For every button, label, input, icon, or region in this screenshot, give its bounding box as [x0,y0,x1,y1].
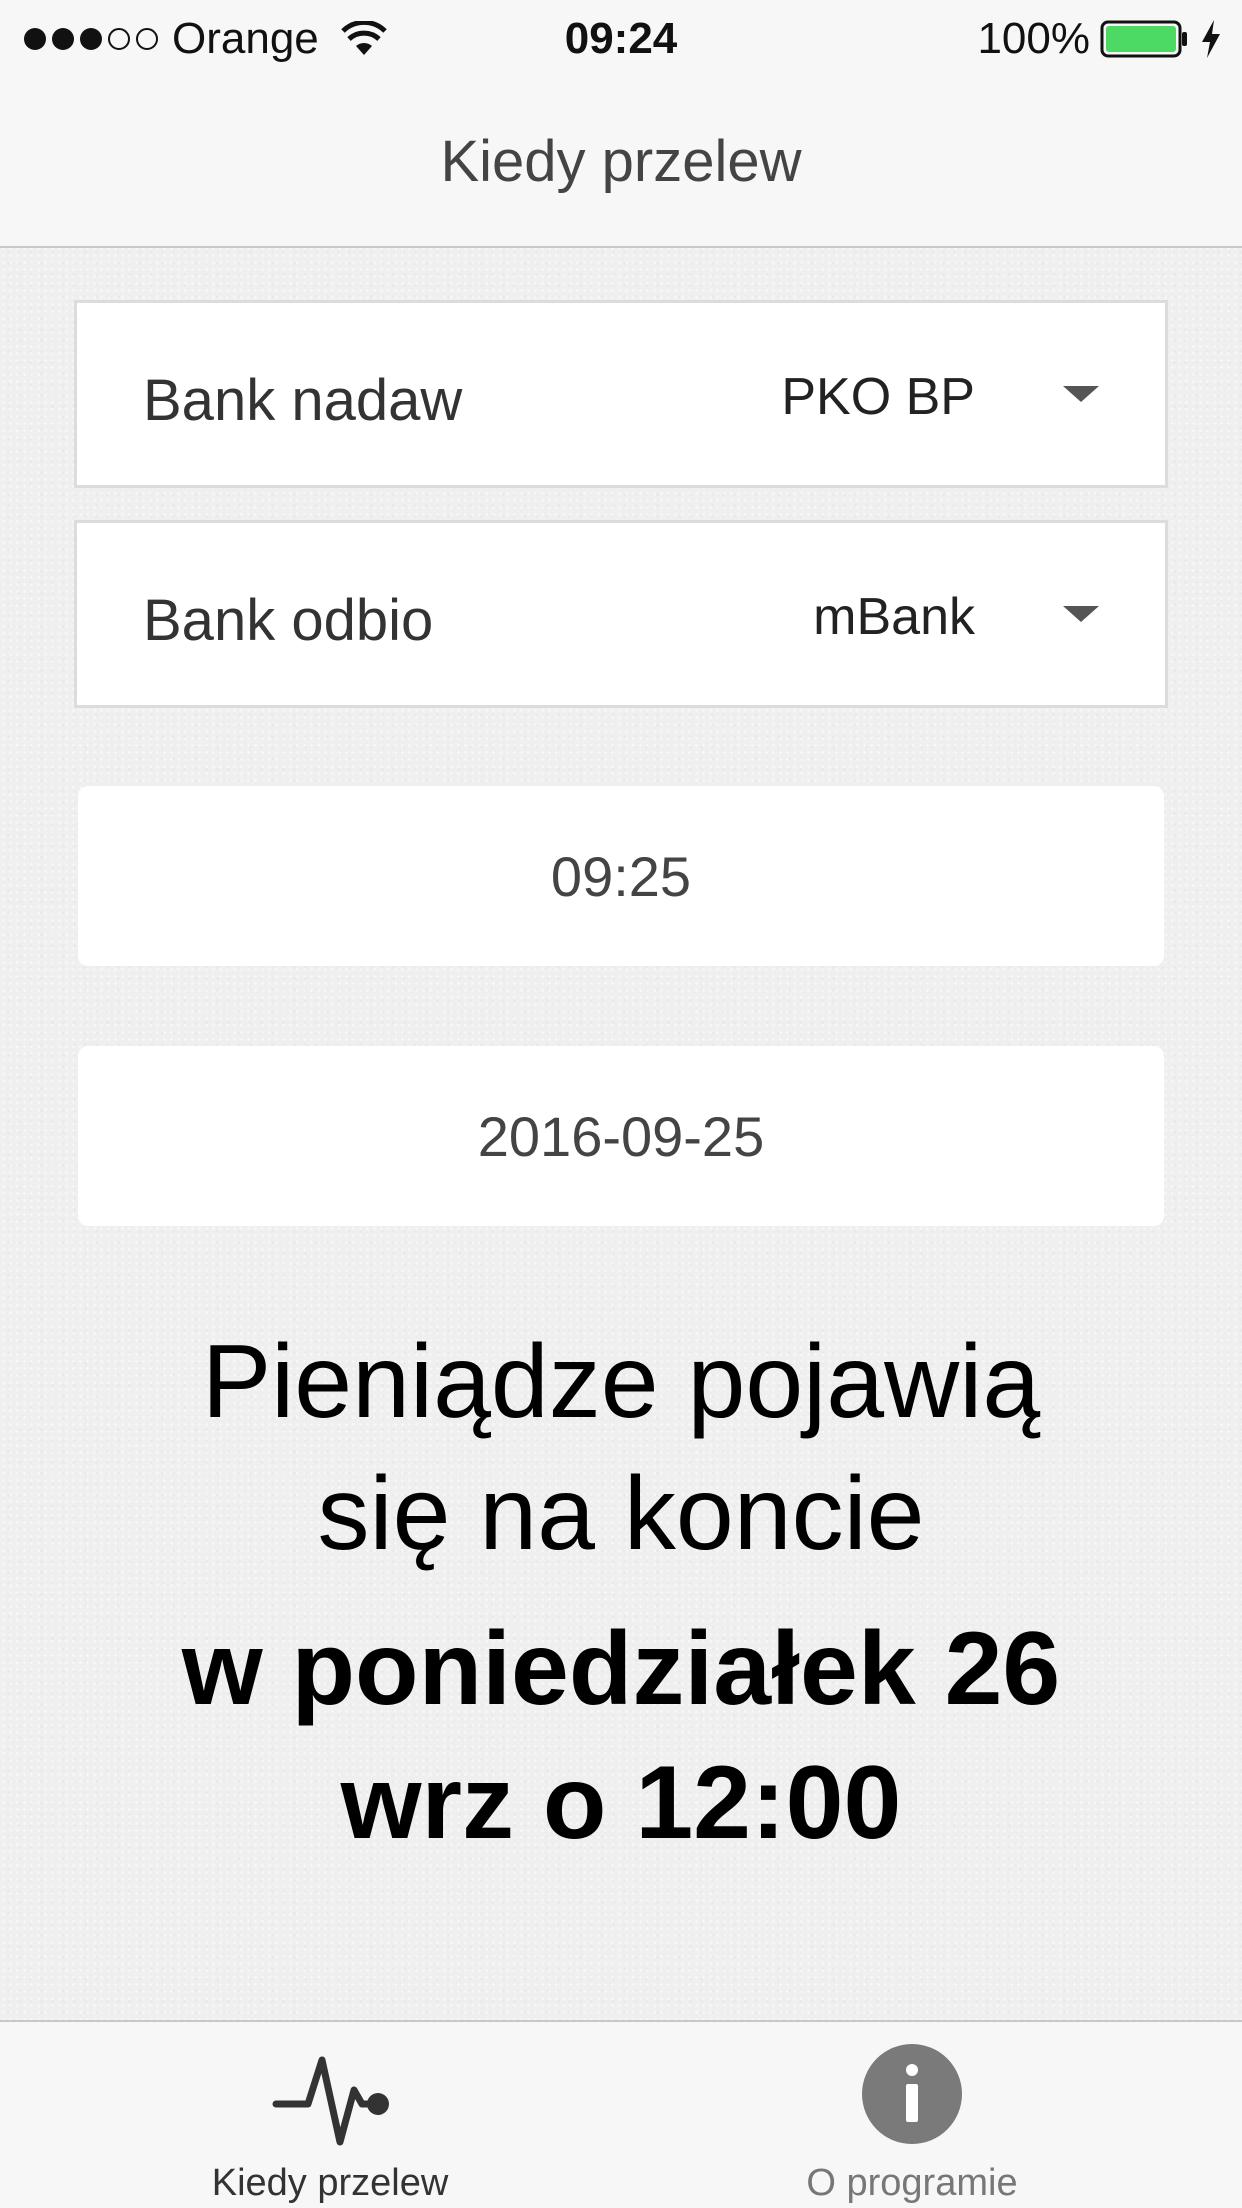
dropdown-arrow-icon [1063,386,1099,402]
receiver-bank-value: mBank [813,588,975,646]
tab-label: O programie [806,2162,1018,2204]
dropdown-arrow-icon [1063,606,1099,622]
sender-bank-label: Bank nadaw [143,368,463,433]
page-title: Kiedy przelew [440,129,802,194]
result-date-line-1: w poniedziałek 26 [181,1611,1061,1727]
receiver-bank-select[interactable]: Bank odbio mBank [74,520,1168,708]
time-input[interactable]: 09:25 [78,786,1164,966]
result-line-2: się na koncie [317,1456,925,1572]
tab-label: Kiedy przelew [211,2162,449,2204]
sender-bank-select[interactable]: Bank nadaw PKO BP [74,300,1168,488]
heartbeat-icon [272,2056,389,2146]
receiver-bank-label: Bank odbio [143,588,434,653]
battery-percent: 100% [977,14,1090,63]
status-right: 100% [977,14,1222,64]
tab-bar: Kiedy przelew O programie [0,2020,1242,2208]
battery-icon [1100,20,1187,58]
tab-kiedy-przelew[interactable]: Kiedy przelew [80,2022,580,2208]
result-date-line-2: wrz o 12:00 [340,1745,902,1861]
tab-o-programie[interactable]: O programie [662,2022,1162,2208]
navigation-bar: Kiedy przelew [0,78,1242,248]
status-bar: Orange 09:24 100% [0,0,1242,78]
result-line-1: Pieniądze pojawią [201,1324,1041,1440]
info-icon [862,2044,962,2144]
sender-bank-value: PKO BP [781,368,975,426]
result-message: Pieniądze pojawią się na koncie w ponied… [40,1316,1202,1870]
charging-bolt-icon [1202,20,1220,58]
date-input[interactable]: 2016-09-25 [78,1046,1164,1226]
